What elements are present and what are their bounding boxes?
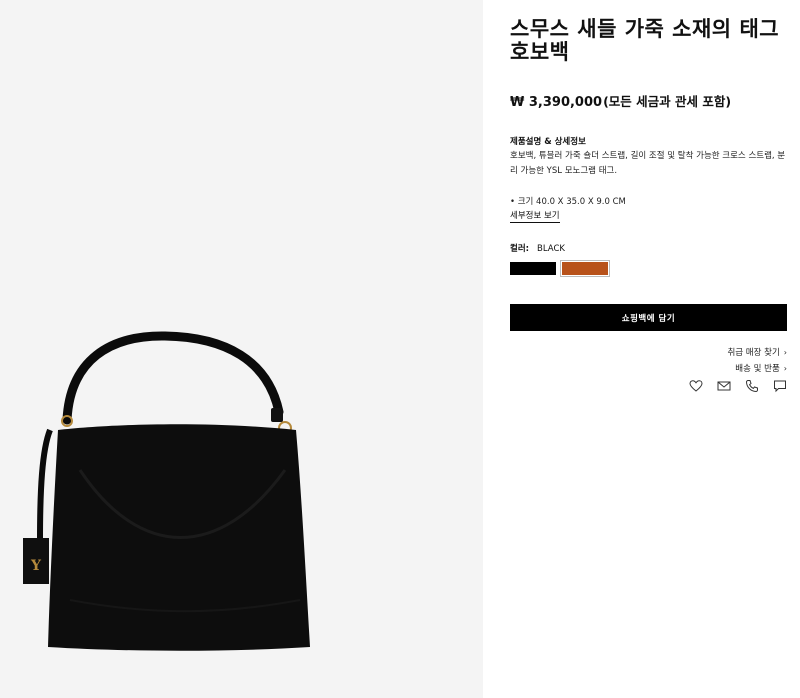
find-store-link[interactable]: 취급 매장 찾기 › xyxy=(727,345,787,361)
price-tax-note: (모든 세금과 관세 포함) xyxy=(603,94,732,109)
side-links: 취급 매장 찾기 › 배송 및 반품 › xyxy=(727,345,787,377)
heart-icon[interactable] xyxy=(689,379,703,393)
product-image[interactable]: Y xyxy=(0,0,483,698)
description-heading: 제품설명 & 상세정보 xyxy=(510,137,586,147)
action-icons xyxy=(689,379,787,393)
phone-icon[interactable] xyxy=(745,379,759,393)
product-title: 스무스 새들 가죽 소재의 태그 호보백 xyxy=(510,17,780,64)
color-label: 컬러: xyxy=(510,244,530,254)
product-image-pane: Y xyxy=(0,0,483,698)
add-to-bag-button[interactable]: 쇼핑백에 담기 xyxy=(510,304,787,331)
color-swatch-black[interactable] xyxy=(510,262,556,275)
chevron-right-icon: › xyxy=(783,348,787,357)
price-row: ₩ 3,390,000(모든 세금과 관세 포함) xyxy=(510,91,787,110)
find-store-label: 취급 매장 찾기 xyxy=(727,348,780,358)
mail-icon[interactable] xyxy=(717,379,731,393)
description-text: 호보백, 튜블러 가죽 숄더 스트랩, 길이 조절 및 탈착 가능한 크로스 스… xyxy=(510,151,786,176)
product-price: ₩ 3,390,000 xyxy=(510,95,603,110)
svg-text:Y: Y xyxy=(30,558,42,574)
chat-icon[interactable] xyxy=(773,379,787,393)
product-details: 스무스 새들 가죽 소재의 태그 호보백 ₩ 3,390,000(모든 세금과 … xyxy=(510,0,787,698)
color-value: BLACK xyxy=(537,244,565,254)
shipping-returns-label: 배송 및 반품 xyxy=(735,364,780,374)
shipping-returns-link[interactable]: 배송 및 반품 › xyxy=(727,361,787,377)
more-details-link[interactable]: 세부정보 보기 xyxy=(510,209,560,223)
product-page: Y 스무스 새들 가죽 소재의 태그 호보백 ₩ 3,390,000(모든 세금… xyxy=(0,0,800,698)
chevron-right-icon: › xyxy=(783,364,787,373)
size-info: • 크기 40.0 X 35.0 X 9.0 CM xyxy=(510,197,626,207)
color-swatch-brown[interactable] xyxy=(560,260,610,277)
color-row: 컬러: BLACK xyxy=(510,242,565,254)
